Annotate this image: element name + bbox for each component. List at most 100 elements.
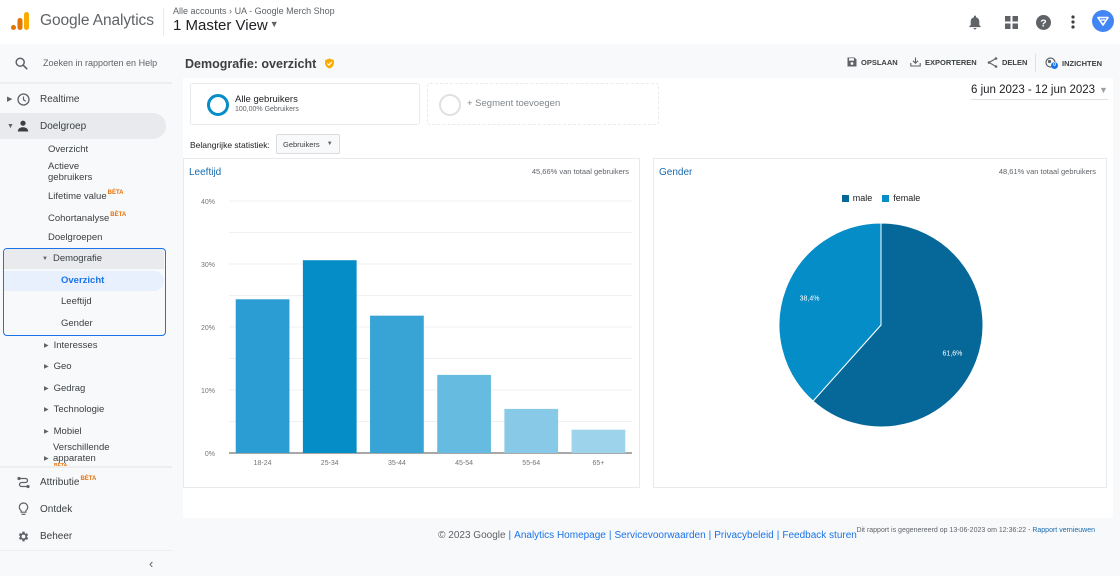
age-chart-title[interactable]: Leeftijd: [189, 167, 221, 178]
sidebar-item-label: AttributieBÈTA: [40, 476, 96, 488]
caret-down-icon: ▼: [326, 141, 333, 147]
subitem-label: Actieve gebruikers: [48, 161, 93, 183]
bar-18-24[interactable]: [235, 299, 290, 453]
verified-badge-icon: [324, 58, 334, 69]
sidebar-subitem-overzicht[interactable]: Overzicht: [48, 144, 88, 155]
notifications-button[interactable]: [965, 12, 985, 32]
save-icon: [847, 57, 857, 67]
bar-25-34[interactable]: [302, 260, 357, 453]
sidebar-item-attributie[interactable]: AttributieBÈTA: [0, 471, 172, 493]
y-tick-label: 40%: [201, 199, 215, 206]
sidebar-item-demografie[interactable]: ▼ Demografie: [42, 253, 102, 265]
item-label: Demografie: [52, 253, 103, 264]
key-stat-select[interactable]: Gebruikers ▼: [276, 134, 340, 154]
more-options-button[interactable]: [1063, 12, 1083, 32]
footer-link-analytics-homepage[interactable]: Analytics Homepage: [514, 530, 606, 541]
gender-pie-chart: 61,6% 38,4%: [778, 222, 984, 428]
bar-65+[interactable]: [571, 429, 626, 453]
share-button[interactable]: DELEN: [987, 57, 1027, 68]
footer-link-feedback[interactable]: Feedback sturen: [782, 530, 857, 541]
sidebar: Zoeken in rapporten en Help ▶ Realtime ▼…: [0, 44, 175, 576]
main-content: Demografie: overzicht OPSLAAN EXPORTEREN…: [175, 44, 1120, 576]
age-chart-subtitle: 45,66% van totaal gebruikers: [531, 167, 629, 176]
analytics-logo-icon[interactable]: [10, 11, 30, 31]
bar-x-tick-labels: 18-24 25-34 35-44 45-54 55-64 65+: [254, 460, 605, 467]
bar-55-64[interactable]: [504, 408, 559, 453]
sidebar-subitem-lifetime-value[interactable]: Lifetime valueBÈTA: [48, 188, 124, 202]
sidebar-subitem-leeftijd[interactable]: Leeftijd: [61, 296, 92, 307]
sidebar-divider: [0, 82, 172, 84]
pie-label-male: 61,6%: [943, 350, 963, 357]
sidebar-item-ontdek[interactable]: Ontdek: [0, 498, 172, 520]
age-chart-card: Leeftijd 45,66% van totaal gebruikers 0%…: [183, 158, 640, 488]
demografie-highlight-box: ▼ Demografie Overzicht Leeftijd Gender: [3, 248, 166, 336]
breadcrumb-separator: ›: [229, 6, 233, 16]
sidebar-divider: [0, 550, 172, 551]
x-tick-label: 25-34: [321, 460, 339, 467]
collapse-arrow-icon: ▼: [42, 256, 48, 262]
sidebar-item-mobiel[interactable]: ▶ Mobiel: [44, 426, 82, 438]
bar-y-tick-labels: 0% 10% 20% 30% 40%: [201, 199, 215, 458]
bar-45-54[interactable]: [437, 374, 491, 453]
sidebar-item-verschillende-apparaten[interactable]: ▶ Verschillende apparaten BÈTA: [44, 442, 134, 469]
sidebar-item-realtime[interactable]: ▶ Realtime: [0, 88, 172, 110]
sidebar-item-gedrag[interactable]: ▶ Gedrag: [44, 383, 85, 395]
insights-button[interactable]: 0 INZICHTEN: [1045, 57, 1102, 69]
save-button[interactable]: OPSLAAN: [847, 57, 898, 67]
beta-badge: BÈTA: [80, 476, 97, 482]
empty-segment-circle-icon: [439, 94, 461, 116]
search-placeholder: Zoeken in rapporten en Help: [43, 58, 158, 68]
item-label: Interesses: [53, 340, 98, 351]
breadcrumb[interactable]: Alle accounts › UA - Google Merch Shop: [173, 6, 335, 16]
bell-icon: [969, 15, 981, 29]
footer-link-terms[interactable]: Servicevoorwaarden: [614, 530, 705, 541]
segment-card-alle-gebruikers[interactable]: Alle gebruikers 100,00% Gebruikers: [190, 83, 420, 125]
view-selector[interactable]: 1 Master View ▼: [173, 17, 279, 34]
x-tick-label: 45-54: [455, 460, 473, 467]
sidebar-item-beheer[interactable]: Beheer: [0, 525, 172, 547]
sidebar-item-geo[interactable]: ▶ Geo: [44, 361, 72, 373]
sidebar-item-doelgroep[interactable]: ▼ Doelgroep: [0, 113, 166, 139]
collapse-sidebar-button[interactable]: ‹: [149, 556, 153, 571]
lightbulb-icon: [16, 502, 30, 516]
sidebar-item-technologie[interactable]: ▶ Technologie: [44, 404, 104, 416]
caret-down-icon: ▼: [269, 19, 279, 29]
segment-color-ring-icon: [207, 94, 229, 116]
key-stat-label: Belangrijke statistiek:: [190, 140, 270, 150]
footer-separator: |: [608, 530, 612, 541]
download-icon: [910, 57, 921, 67]
avatar[interactable]: [1092, 10, 1114, 32]
help-button[interactable]: ?: [1033, 12, 1053, 32]
subitem-label: Gender: [61, 318, 93, 329]
date-range-picker[interactable]: 6 jun 2023 - 12 jun 2023 ▼: [971, 84, 1108, 100]
svg-text:?: ?: [1040, 17, 1046, 29]
breadcrumb-item[interactable]: Alle accounts: [173, 6, 227, 16]
attributie-label: Attributie: [40, 477, 80, 488]
sidebar-subitem-cohortanalyse[interactable]: CohortanalyseBÈTA: [48, 210, 126, 224]
y-tick-label: 20%: [201, 325, 215, 332]
bar-35-44[interactable]: [370, 315, 424, 453]
footer-link-privacy[interactable]: Privacybeleid: [714, 530, 773, 541]
x-tick-label: 55-64: [522, 460, 540, 467]
add-segment-button[interactable]: + Segment toevoegen: [427, 83, 659, 125]
legend-item-female[interactable]: female: [882, 193, 920, 203]
sidebar-subitem-gender[interactable]: Gender: [61, 318, 93, 329]
breadcrumb-item[interactable]: UA - Google Merch Shop: [235, 6, 335, 16]
apps-button[interactable]: [1001, 12, 1021, 32]
sidebar-subitem-actieve-gebruikers[interactable]: Actieve gebruikers: [48, 161, 118, 183]
export-button[interactable]: EXPORTEREN: [910, 57, 977, 67]
sidebar-subitem-demografie-overzicht[interactable]: Overzicht: [61, 275, 104, 286]
report-panel: Alle gebruikers 100,00% Gebruikers + Seg…: [183, 78, 1113, 534]
sidebar-subitem-doelgroepen[interactable]: Doelgroepen: [48, 232, 102, 243]
help-icon: ?: [1035, 14, 1051, 30]
search-input[interactable]: Zoeken in rapporten en Help: [0, 48, 175, 78]
actions-divider: [1035, 54, 1036, 72]
item-label: Geo: [53, 361, 72, 372]
gender-chart-title[interactable]: Gender: [659, 167, 692, 178]
legend-swatch: [882, 194, 890, 202]
item-label: Gedrag: [53, 383, 86, 394]
legend-item-male[interactable]: male: [841, 193, 872, 203]
sidebar-item-interesses[interactable]: ▶ Interesses: [44, 340, 97, 352]
search-icon: [15, 56, 28, 70]
gender-chart-subtitle: 48,61% van totaal gebruikers: [998, 167, 1096, 176]
